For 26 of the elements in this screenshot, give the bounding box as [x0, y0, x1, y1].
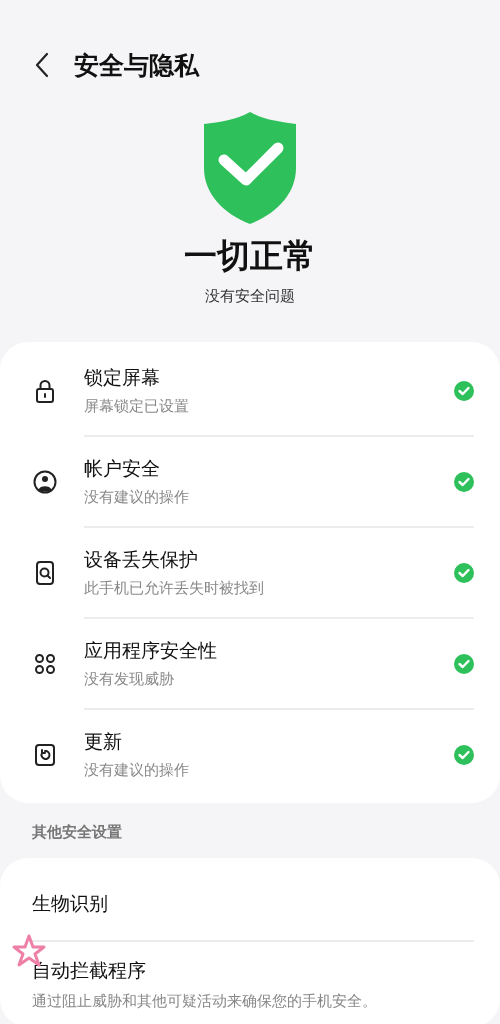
item-subtitle: 没有建议的操作	[84, 488, 190, 507]
item-title: 应用程序安全性	[84, 638, 218, 663]
item-title: 生物识别	[32, 891, 109, 916]
item-subtitle: 屏幕锁定已设置	[84, 397, 190, 416]
account-icon	[32, 468, 58, 495]
item-subtitle: 没有建议的操作	[84, 761, 190, 780]
security-item[interactable]: 更新 没有建议的操作	[0, 710, 500, 799]
status-subtitle: 没有安全问题	[205, 287, 295, 306]
update-icon	[32, 741, 58, 768]
security-item[interactable]: 锁定屏幕 屏幕锁定已设置	[0, 346, 500, 435]
item-subtitle: 此手机已允许丢失时被找到	[84, 579, 265, 598]
item-title: 设备丢失保护	[84, 547, 199, 572]
security-item[interactable]: 帐户安全 没有建议的操作	[0, 437, 500, 526]
item-title: 帐户安全	[84, 456, 161, 481]
item-title: 锁定屏幕	[84, 365, 161, 390]
settings-item[interactable]: 生物识别	[0, 868, 500, 940]
status-title: 一切正常	[184, 235, 316, 277]
item-title: 更新	[84, 729, 123, 754]
page-title: 安全与隐私	[74, 49, 199, 82]
item-subtitle: 通过阻止威胁和其他可疑活动来确保您的手机安全。	[32, 992, 378, 1011]
section-heading: 其他安全设置	[31, 822, 123, 843]
shield-check-icon	[202, 110, 298, 226]
security-item[interactable]: 设备丢失保护 此手机已允许丢失时被找到	[0, 528, 500, 617]
back-icon	[34, 52, 50, 78]
item-subtitle: 没有发现威胁	[84, 670, 175, 689]
security-item[interactable]: 应用程序安全性 没有发现威胁	[0, 619, 500, 708]
